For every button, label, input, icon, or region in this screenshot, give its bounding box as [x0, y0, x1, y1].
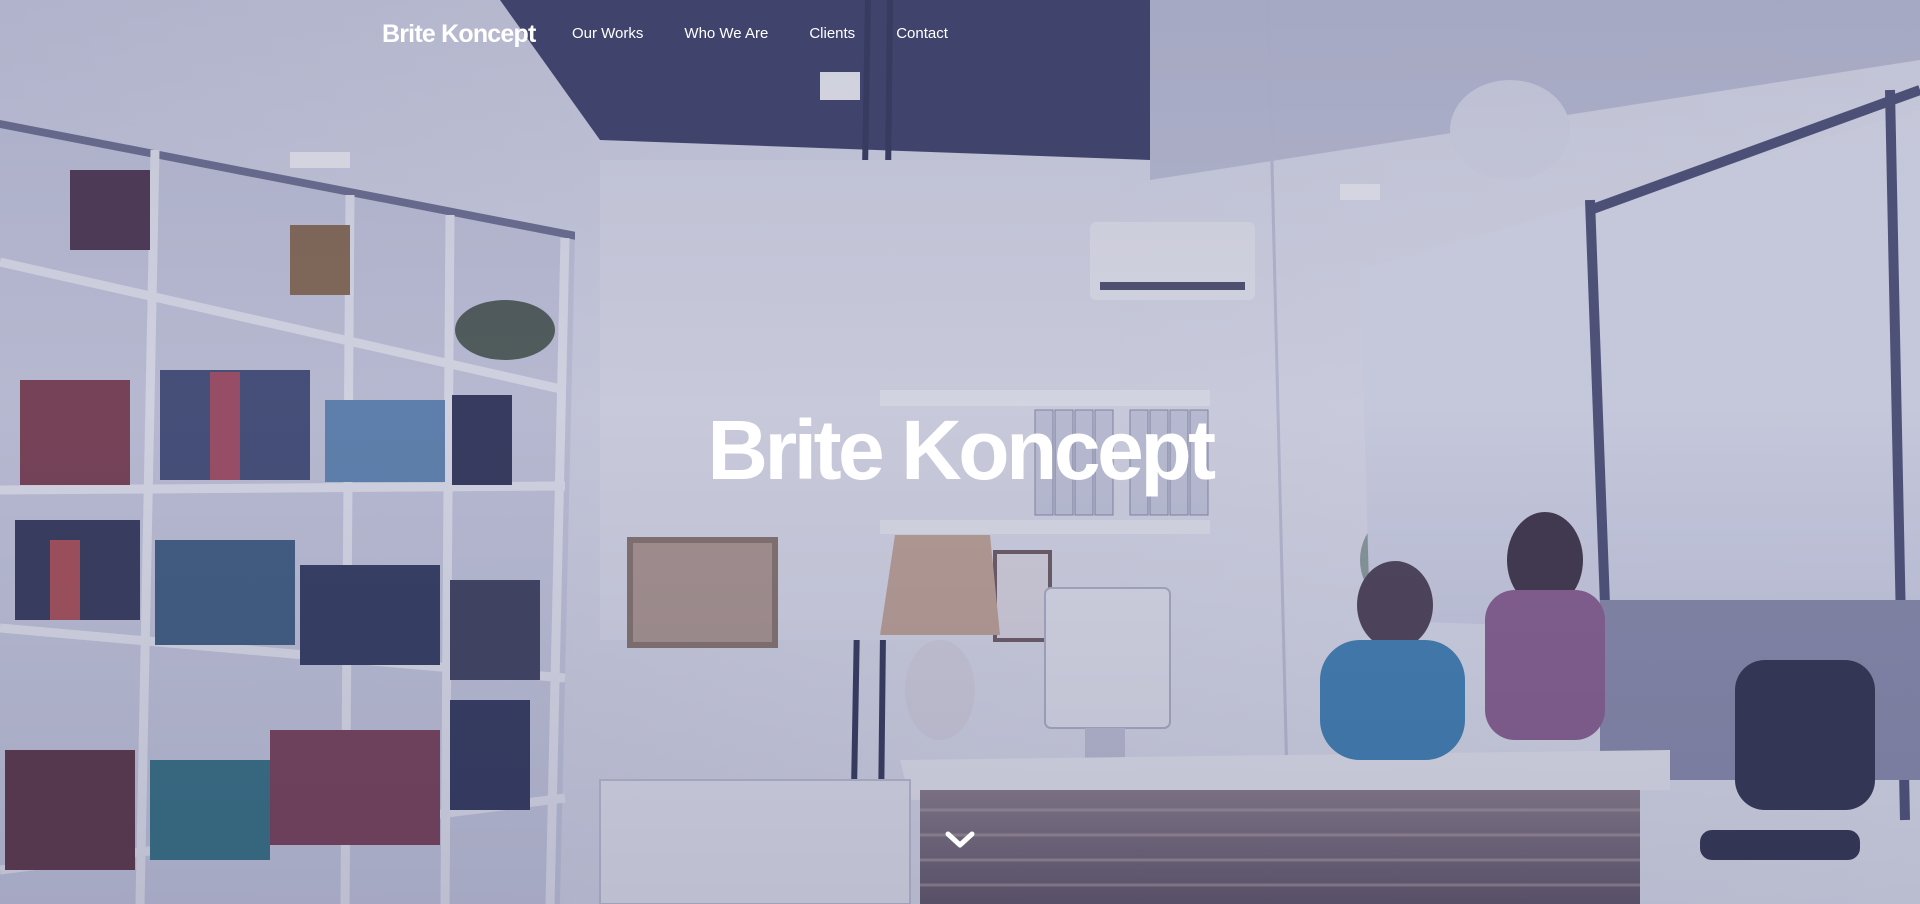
nav-link-clients[interactable]: Clients: [809, 25, 855, 42]
nav-item-contact: Contact: [896, 25, 948, 43]
nav-link-who-we-are[interactable]: Who We Are: [684, 25, 768, 42]
scroll-down-button[interactable]: [944, 826, 976, 852]
nav-item-who-we-are: Who We Are: [684, 25, 768, 43]
brand-logo[interactable]: Brite Koncept: [382, 20, 536, 49]
nav-link-contact[interactable]: Contact: [896, 25, 948, 42]
chevron-down-icon: [945, 831, 975, 848]
nav-item-clients: Clients: [809, 25, 855, 43]
hero-title: Brite Koncept: [707, 403, 1216, 497]
nav-item-our-works: Our Works: [572, 25, 643, 43]
nav-menu: Our Works Who We Are Clients Contact: [572, 25, 989, 43]
top-navigation: Brite Koncept Our Works Who We Are Clien…: [0, 0, 1920, 70]
nav-link-our-works[interactable]: Our Works: [572, 25, 643, 42]
